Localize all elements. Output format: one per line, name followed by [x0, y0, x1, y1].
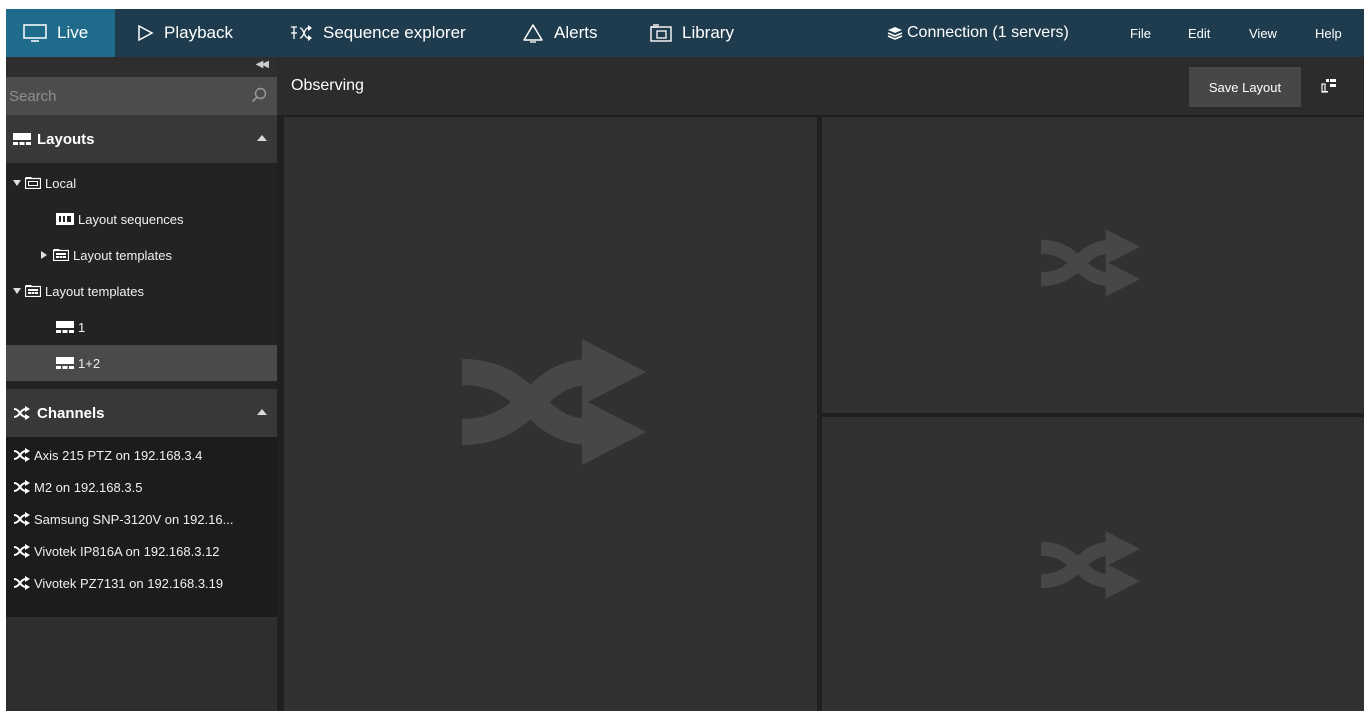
layout-grid-icon	[13, 133, 31, 145]
tree-item-label: 1+2	[78, 355, 101, 371]
tree-item-layout-sequences[interactable]: Layout sequences	[6, 201, 277, 237]
tab-live[interactable]: Live	[6, 9, 115, 57]
expand-arrow-icon[interactable]	[41, 251, 47, 259]
tree-item-label: 1	[78, 319, 86, 335]
shuffle-icon	[13, 544, 30, 558]
sequence-folder-icon	[56, 213, 74, 225]
sequence-icon	[291, 25, 312, 41]
channel-item[interactable]: Samsung SNP-3120V on 192.16...	[6, 503, 277, 535]
menu-file[interactable]: File	[1130, 9, 1151, 57]
layouts-section-header[interactable]: Layouts	[6, 115, 277, 163]
collapse-caret-icon[interactable]	[257, 409, 267, 415]
channel-label: Axis 215 PTZ on 192.168.3.4	[34, 447, 203, 463]
app-window: Live Playback Sequence explorer Alerts L…	[6, 9, 1364, 711]
tab-alerts-label: Alerts	[554, 23, 598, 42]
play-icon	[138, 24, 154, 42]
layers-icon	[887, 27, 903, 40]
top-navigation-bar: Live Playback Sequence explorer Alerts L…	[6, 9, 1364, 57]
menu-help[interactable]: Help	[1315, 9, 1342, 57]
connection-label: Connection (1 servers)	[907, 24, 1069, 41]
video-tile-1[interactable]	[284, 117, 817, 711]
tab-alerts[interactable]: Alerts	[522, 9, 597, 57]
tab-sequence-explorer[interactable]: Sequence explorer	[289, 9, 466, 57]
main-view: Observing Save Layout	[277, 57, 1364, 711]
menu-view[interactable]: View	[1249, 9, 1277, 57]
channel-label: Samsung SNP-3120V on 192.16...	[34, 511, 234, 527]
expand-arrow-icon[interactable]	[13, 288, 21, 294]
channel-item[interactable]: M2 on 192.168.3.5	[6, 471, 277, 503]
channel-label: Vivotek IP816A on 192.168.3.12	[34, 543, 220, 559]
shuffle-icon	[13, 512, 30, 526]
channel-label: M2 on 192.168.3.5	[34, 479, 143, 495]
tree-item-label: Layout sequences	[78, 211, 184, 227]
layouts-section-title: Layouts	[37, 130, 95, 148]
save-layout-button[interactable]: Save Layout	[1189, 67, 1301, 107]
channels-list: Axis 215 PTZ on 192.168.3.4 M2 on 192.16…	[6, 437, 277, 617]
video-tile-2[interactable]	[822, 117, 1364, 413]
shuffle-placeholder-icon	[462, 339, 646, 465]
shuffle-icon	[13, 480, 30, 494]
monitor-icon	[23, 24, 47, 42]
tree-item-label: Local	[45, 175, 77, 191]
expand-arrow-icon[interactable]	[13, 180, 21, 186]
tree-item-layout-templates[interactable]: Layout templates	[6, 273, 277, 309]
video-tile-3[interactable]	[822, 417, 1364, 711]
collapse-caret-icon[interactable]	[257, 135, 267, 141]
channel-label: Vivotek PZ7131 on 192.168.3.19	[34, 575, 224, 591]
tree-item-layout-templates-local[interactable]: Layout templates	[6, 237, 277, 273]
page-title: Observing	[291, 77, 364, 94]
layout-grid-icon	[56, 357, 74, 369]
tab-sequence-explorer-label: Sequence explorer	[323, 23, 466, 42]
collapse-sidebar-icon[interactable]: ◀◀	[256, 59, 269, 70]
tree-item-layout-1-plus-2[interactable]: 1+2	[6, 345, 277, 381]
search-icon[interactable]	[251, 87, 267, 103]
channels-section-title: Channels	[37, 404, 105, 422]
tree-item-label: Layout templates	[73, 247, 173, 263]
channel-item[interactable]: Vivotek PZ7131 on 192.168.3.19	[6, 567, 277, 599]
shuffle-placeholder-icon	[1041, 531, 1140, 599]
layout-grid-icon	[56, 321, 74, 333]
tree-item-local[interactable]: Local	[6, 165, 277, 201]
template-folder-icon	[53, 249, 69, 261]
shuffle-placeholder-icon	[1041, 229, 1140, 297]
shuffle-icon	[13, 576, 30, 590]
tab-playback-label: Playback	[164, 23, 233, 42]
folder-icon	[25, 177, 41, 189]
channel-item[interactable]: Vivotek IP816A on 192.168.3.12	[6, 535, 277, 567]
tree-item-layout-1[interactable]: 1	[6, 309, 277, 345]
tree-item-label: Layout templates	[45, 283, 145, 299]
connection-button[interactable]: Connection (1 servers)	[887, 9, 1069, 57]
library-icon	[650, 24, 672, 42]
bell-icon	[523, 24, 543, 43]
layouts-tree: Local Layout sequences Layout templates …	[6, 163, 277, 389]
template-folder-icon	[25, 285, 41, 297]
menu-edit[interactable]: Edit	[1188, 9, 1210, 57]
search-box	[6, 77, 277, 115]
shuffle-icon	[13, 448, 30, 462]
tab-library[interactable]: Library	[650, 9, 734, 57]
channel-item[interactable]: Axis 215 PTZ on 192.168.3.4	[6, 439, 277, 471]
tab-playback[interactable]: Playback	[136, 9, 233, 57]
tab-library-label: Library	[682, 23, 734, 42]
channels-section-header[interactable]: Channels	[6, 389, 277, 437]
layout-options-icon[interactable]	[1321, 79, 1337, 93]
tab-live-label: Live	[57, 23, 89, 42]
main-header: Observing Save Layout	[277, 57, 1364, 115]
search-input[interactable]	[6, 77, 234, 115]
sidebar: ◀◀ Layouts Local Layout sequences	[6, 57, 277, 711]
shuffle-icon	[13, 406, 30, 420]
